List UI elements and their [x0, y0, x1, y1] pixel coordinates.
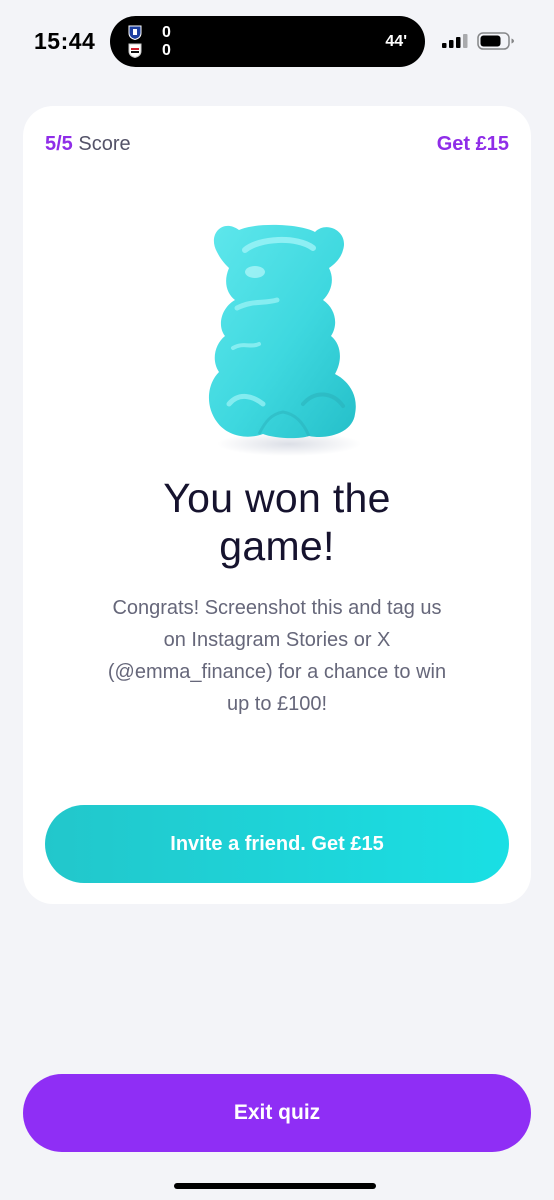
score-label: Score [78, 133, 131, 155]
message-line: up to £100! [226, 693, 328, 715]
headline-line: You won the [163, 475, 391, 521]
status-time: 15:44 [34, 28, 96, 54]
home-score: 0 [162, 24, 171, 41]
message-line: Congrats! Screenshot this and tag us [112, 597, 442, 619]
match-minute: 44' [385, 33, 407, 50]
quiz-score: 5/5 Score [45, 133, 131, 156]
result-headline: You won the game! [23, 474, 531, 570]
gummy-bear-icon [193, 208, 373, 458]
message-line: on Instagram Stories or X [163, 629, 391, 651]
quiz-result-card: 5/5 Score Get £15 You won the game! Cong… [23, 106, 531, 904]
invite-friend-button[interactable]: Invite a friend. Get £15 [45, 805, 509, 883]
away-team-crest-icon [128, 43, 142, 58]
exit-quiz-button[interactable]: Exit quiz [23, 1074, 531, 1152]
away-score: 0 [162, 42, 171, 59]
headline-line: game! [219, 523, 335, 569]
get-reward-link[interactable]: Get £15 [437, 133, 509, 156]
battery-icon [477, 32, 514, 50]
result-message: Congrats! Screenshot this and tag us on … [63, 592, 491, 720]
message-line: (@emma_finance) for a chance to win [107, 661, 447, 683]
score-value: 5/5 [45, 133, 73, 155]
home-indicator[interactable] [174, 1183, 376, 1189]
home-team-crest-icon [128, 25, 142, 40]
cellular-signal-icon [442, 34, 468, 48]
live-activity-scoreboard[interactable]: 0 0 44' [110, 16, 425, 67]
